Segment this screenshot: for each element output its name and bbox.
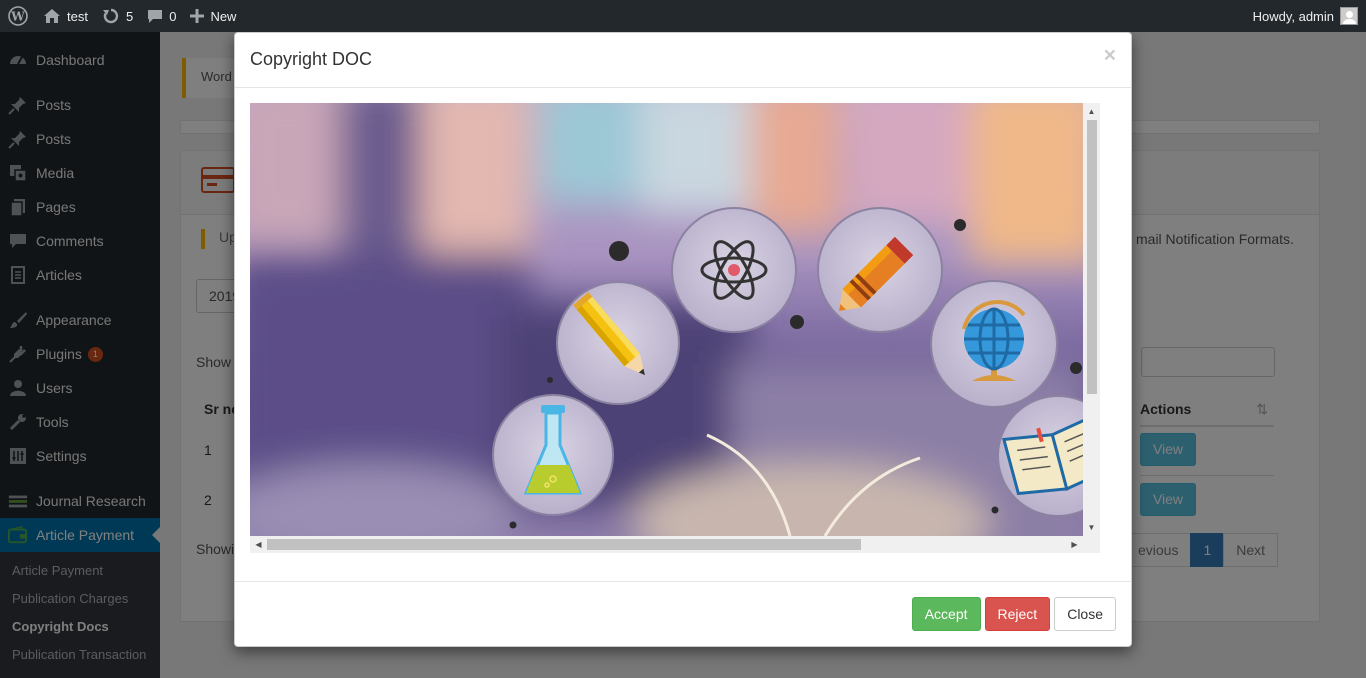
modal-body: ▲ ▼ ◀ ▶	[235, 88, 1131, 582]
account-menu[interactable]: Howdy, admin	[1246, 0, 1366, 32]
scroll-left-arrow-icon[interactable]: ◀	[250, 536, 267, 553]
close-button[interactable]: Close	[1054, 597, 1116, 631]
modal-header: Copyright DOC ×	[235, 33, 1131, 88]
updates-count: 5	[125, 8, 134, 24]
scroll-right-arrow-icon[interactable]: ▶	[1066, 536, 1083, 553]
scroll-down-arrow-icon[interactable]: ▼	[1083, 519, 1100, 536]
reject-button[interactable]: Reject	[984, 597, 1051, 631]
document-viewer[interactable]: ▲ ▼ ◀ ▶	[250, 103, 1100, 553]
admin-bar: W test 5 0 New Howdy, admin	[0, 0, 1366, 32]
new-content-link[interactable]: New	[183, 0, 243, 32]
vertical-scrollbar[interactable]: ▲ ▼	[1083, 103, 1100, 536]
close-icon[interactable]: ×	[1104, 45, 1116, 66]
scrollbar-corner	[1083, 536, 1100, 553]
howdy-text: Howdy, admin	[1252, 8, 1334, 24]
document-image	[250, 103, 1083, 536]
comments-count: 0	[169, 8, 177, 24]
scroll-up-arrow-icon[interactable]: ▲	[1083, 103, 1100, 120]
comment-icon	[147, 8, 163, 24]
modal-title: Copyright DOC	[250, 49, 373, 69]
horizontal-scroll-thumb[interactable]	[267, 539, 861, 550]
horizontal-scrollbar[interactable]: ◀ ▶	[250, 536, 1083, 553]
comments-link[interactable]: 0	[140, 0, 183, 32]
svg-text:W: W	[10, 10, 25, 24]
modal-footer: Accept Reject Close	[911, 597, 1116, 631]
updates-link[interactable]: 5	[95, 0, 140, 32]
copyright-doc-modal: Copyright DOC × ▲ ▼ ◀ ▶ Accept Reject Cl…	[234, 32, 1132, 647]
new-label: New	[210, 8, 237, 24]
site-name: test	[67, 8, 88, 24]
accept-button[interactable]: Accept	[911, 597, 981, 631]
site-name-link[interactable]: test	[36, 0, 95, 32]
home-icon	[43, 8, 61, 24]
wordpress-logo-icon[interactable]: W	[0, 0, 36, 32]
vertical-scroll-thumb[interactable]	[1087, 120, 1097, 394]
avatar	[1340, 7, 1358, 25]
refresh-icon	[102, 8, 120, 24]
plus-icon	[190, 9, 205, 23]
